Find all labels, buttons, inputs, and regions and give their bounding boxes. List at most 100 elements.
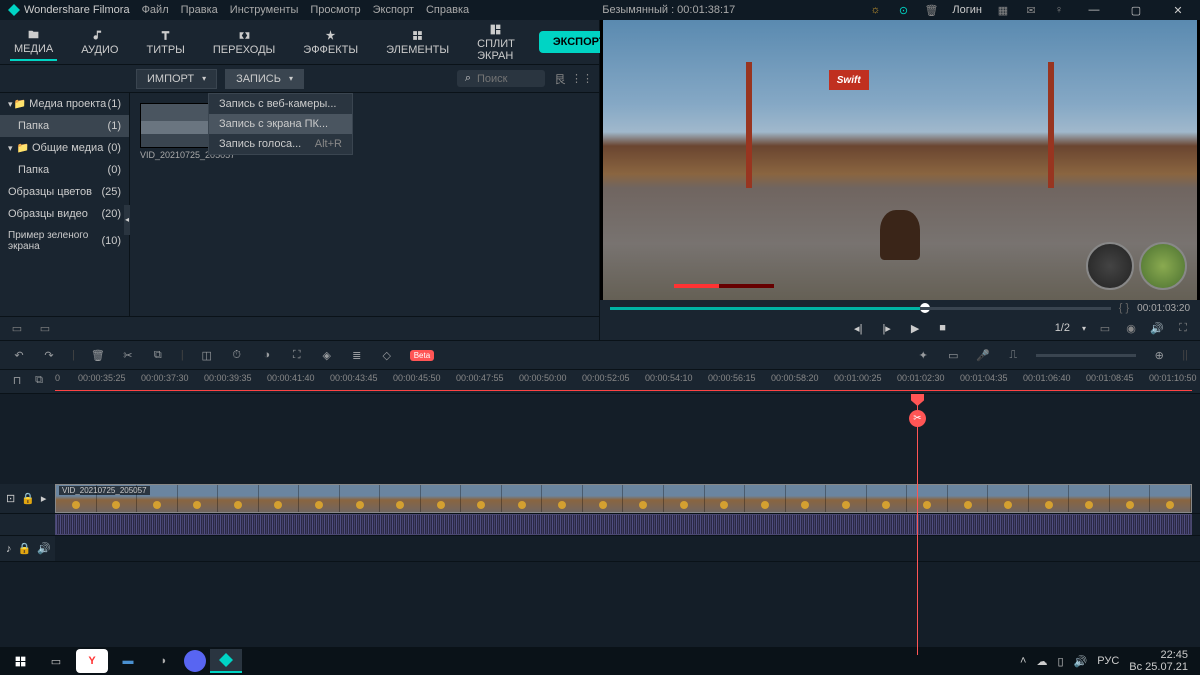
audio-clip[interactable] [55, 514, 1192, 535]
music-track[interactable]: ♪🔒🔊 [0, 536, 1200, 562]
magnet-icon[interactable]: ⊓ [10, 374, 24, 387]
mixer-icon[interactable]: ⎍ [1006, 349, 1020, 362]
bulb-icon[interactable]: ☼ [868, 3, 882, 17]
speed-icon[interactable]: ⏱ [230, 349, 244, 362]
timeline-tracks[interactable]: ✂ ⊡🔒▸ VID_20210725_205057 ♪🔒🔊 [0, 394, 1200, 655]
headphones-icon[interactable]: ⊙ [896, 3, 910, 17]
maximize-button[interactable]: ▢ [1122, 0, 1150, 20]
tray-wifi-icon[interactable]: ▯ [1057, 655, 1063, 668]
redo-icon[interactable]: ↷ [42, 349, 56, 362]
stop-button[interactable]: ■ [939, 322, 946, 334]
keyframe-icon[interactable]: ◇ [380, 349, 394, 362]
green-icon[interactable]: ◈ [320, 349, 334, 362]
copy-icon[interactable]: ⧉ [151, 349, 165, 362]
menu-file[interactable]: Файл [142, 4, 169, 16]
tray-up-icon[interactable]: ˄ [1020, 655, 1026, 667]
record-dropdown[interactable]: ЗАПИСЬ▾ [225, 69, 304, 89]
trash-icon[interactable]: 🗑 [924, 3, 938, 17]
user-icon[interactable]: ♀ [1052, 3, 1066, 17]
adjust-icon[interactable]: ≣ [350, 349, 364, 362]
tray-clock[interactable]: 22:45 Вс 25.07.21 [1129, 649, 1188, 673]
taskview-button[interactable]: ▭ [40, 649, 72, 673]
sidebar-item-project-media[interactable]: Медиа проекта(1) [0, 93, 129, 115]
marker-icon[interactable]: ✦ [916, 349, 930, 362]
tray-cloud-icon[interactable]: ☁ [1036, 655, 1047, 668]
mic-icon[interactable]: 🎤 [976, 349, 990, 362]
tray-sound-icon[interactable]: 🔊 [1074, 655, 1088, 668]
tab-media[interactable]: МЕДИА [10, 24, 57, 61]
mail-icon[interactable]: ✉ [1024, 3, 1038, 17]
preview-video[interactable]: Swift [603, 20, 1197, 300]
menu-help[interactable]: Справка [426, 4, 469, 16]
video-track[interactable]: ⊡ 🔒 ▸ VID_20210725_205057 [0, 484, 1200, 514]
lock-icon[interactable]: 🔒 [18, 542, 32, 555]
render-icon[interactable]: ▭ [946, 349, 960, 362]
record-voice[interactable]: Запись голоса...Alt+R [209, 134, 352, 154]
sidebar-item-green[interactable]: Пример зеленого экрана(10) [0, 225, 129, 257]
steam-icon[interactable]: ◗ [148, 649, 180, 673]
import-dropdown[interactable]: ИМПОРТ▾ [136, 69, 217, 89]
zoomfit-icon[interactable]: ⊕ [1152, 349, 1166, 362]
discord-icon[interactable] [184, 650, 206, 672]
zoom-ratio[interactable]: 1/2 [1055, 322, 1070, 334]
sidebar-item-folder[interactable]: Папка(1) [0, 115, 129, 137]
record-screen[interactable]: Запись с экрана ПК... [209, 114, 352, 134]
minimize-button[interactable]: — [1080, 0, 1108, 20]
cut-icon[interactable]: ✂ [121, 349, 135, 362]
explorer-icon[interactable]: ▬ [112, 649, 144, 673]
tab-elements[interactable]: ЭЛЕМЕНТЫ [382, 25, 453, 60]
volume-icon[interactable]: 🔊 [1150, 321, 1164, 335]
eye-icon[interactable]: 🔒 [21, 492, 35, 505]
play-button[interactable]: ▶ [911, 322, 919, 335]
grid-icon[interactable]: ⋮⋮ [575, 72, 589, 86]
mute-icon[interactable]: 🔊 [37, 542, 51, 555]
tab-transitions[interactable]: ПЕРЕХОДЫ [209, 25, 279, 60]
menu-edit[interactable]: Правка [181, 4, 218, 16]
login-link[interactable]: Логин [952, 4, 982, 16]
framestep-button[interactable]: |▸ [882, 322, 890, 335]
save-icon[interactable]: ▦ [996, 3, 1010, 17]
delete-icon[interactable]: 🗑 [91, 349, 105, 362]
color-icon[interactable]: ◑ [260, 349, 274, 361]
search-box[interactable]: ⌕ [457, 70, 545, 87]
sidebar-item-shared-media[interactable]: Общие медиа(0) [0, 137, 129, 159]
filmora-task[interactable] [210, 649, 242, 673]
record-webcam[interactable]: Запись с веб-камеры... [209, 94, 352, 114]
audio-track[interactable] [0, 514, 1200, 536]
media-thumbnail[interactable]: VID_20210725_205057 [140, 103, 210, 160]
menu-export[interactable]: Экспорт [373, 4, 414, 16]
tab-split[interactable]: СПЛИТ ЭКРАН [473, 19, 519, 66]
close-button[interactable]: ✕ [1164, 0, 1192, 20]
video-clip[interactable]: VID_20210725_205057 [55, 484, 1192, 513]
search-input[interactable] [477, 73, 537, 85]
crop-icon[interactable]: ◫ [200, 349, 214, 362]
snapshot-icon[interactable]: ◉ [1124, 321, 1138, 335]
folder-icon[interactable]: ▭ [10, 322, 24, 336]
mute-icon[interactable]: ▸ [41, 492, 47, 505]
expand-icon[interactable]: ⛶ [290, 349, 304, 362]
tray-lang[interactable]: РУС [1097, 655, 1119, 667]
zoom-slider[interactable] [1036, 354, 1136, 357]
fullscreen-icon[interactable]: ⛶ [1176, 321, 1190, 335]
sidebar-item-colors[interactable]: Образцы цветов(25) [0, 181, 129, 203]
menu-tools[interactable]: Инструменты [230, 4, 299, 16]
timeline-ruler[interactable]: ⊓ ⧉ 0 00:00:35:25 00:00:37:30 00:00:39:3… [0, 370, 1200, 394]
link-icon[interactable]: ⧉ [32, 374, 46, 387]
lock-icon[interactable]: ⊡ [6, 492, 15, 505]
undo-icon[interactable]: ↶ [12, 349, 26, 362]
sidebar-item-folder2[interactable]: Папка(0) [0, 159, 129, 181]
start-button[interactable] [4, 649, 36, 673]
tab-titles[interactable]: ТИТРЫ [142, 25, 188, 60]
quality-icon[interactable]: ▭ [1098, 321, 1112, 335]
preview-scrubber[interactable] [610, 307, 1111, 310]
newfolder-icon[interactable]: ▭ [38, 322, 52, 336]
cut-button[interactable]: ✂ [909, 410, 926, 427]
tab-effects[interactable]: ЭФФЕКТЫ [299, 25, 362, 60]
sidebar-item-videos[interactable]: Образцы видео(20) [0, 203, 129, 225]
prev-button[interactable]: ◂| [854, 322, 862, 335]
playhead[interactable]: ✂ [917, 394, 918, 655]
filter-icon[interactable]: ⾉ [553, 72, 567, 86]
tab-audio[interactable]: АУДИО [77, 25, 122, 60]
menu-view[interactable]: Просмотр [310, 4, 360, 16]
yandex-icon[interactable]: Y [76, 649, 108, 673]
